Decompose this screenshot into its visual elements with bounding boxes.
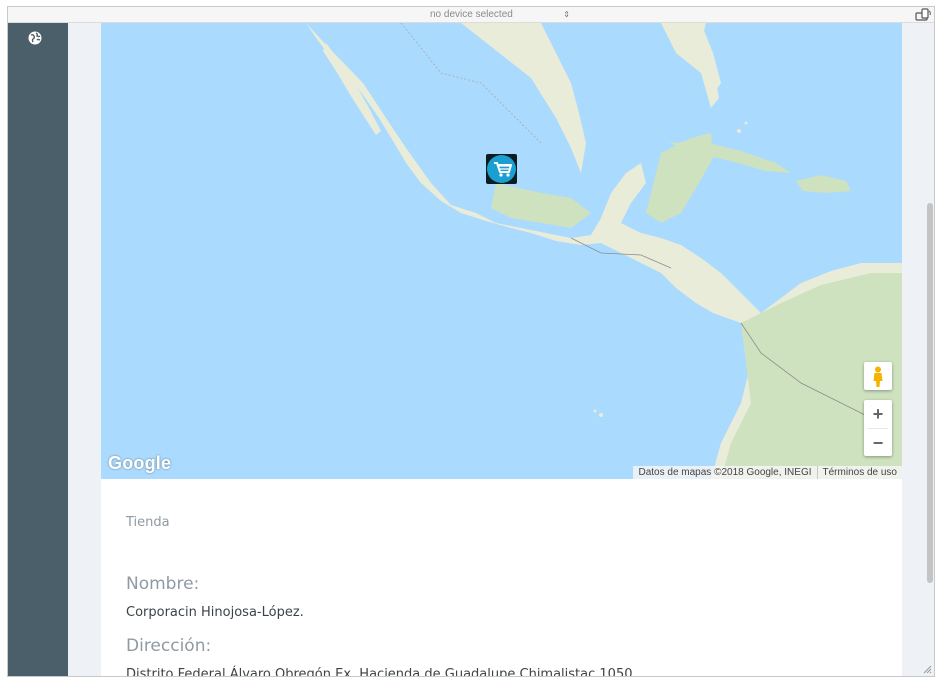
device-toolbar: no device selected ⇕ bbox=[8, 7, 934, 23]
map-attribution-bar: Datos de mapas ©2018 Google, INEGI Térmi… bbox=[633, 466, 902, 479]
name-value: Corporacin Hinojosa-López. bbox=[126, 605, 304, 620]
google-logo: Google bbox=[108, 453, 172, 473]
zoom-out-button[interactable]: − bbox=[864, 429, 892, 457]
device-select-value: no device selected bbox=[430, 9, 513, 20]
sidebar bbox=[8, 23, 68, 676]
address-label: Dirección: bbox=[126, 636, 212, 656]
browser-frame: no device selected ⇕ + − Google Datos de… bbox=[7, 6, 935, 677]
scrollbar-thumb[interactable] bbox=[927, 203, 933, 583]
device-select[interactable]: no device selected ⇕ bbox=[424, 7, 570, 22]
globe-icon[interactable] bbox=[28, 31, 42, 45]
store-detail-panel: + − Google Datos de mapas ©2018 Google, … bbox=[101, 23, 902, 677]
map-attribution: Datos de mapas ©2018 Google, INEGI bbox=[638, 467, 812, 478]
map[interactable]: + − Google Datos de mapas ©2018 Google, … bbox=[101, 23, 902, 479]
map-tiles bbox=[101, 23, 902, 479]
pegman-icon bbox=[873, 366, 883, 387]
zoom-controls: + − bbox=[864, 400, 892, 456]
terms-link[interactable]: Términos de uso bbox=[818, 467, 902, 478]
store-marker[interactable] bbox=[486, 154, 517, 184]
name-label: Nombre: bbox=[126, 574, 200, 594]
resize-grip-icon[interactable] bbox=[922, 664, 932, 674]
store-type: Tienda bbox=[126, 515, 170, 530]
zoom-in-button[interactable]: + bbox=[864, 400, 892, 428]
shopping-cart-icon bbox=[494, 162, 512, 177]
address-value: Distrito Federal Álvaro Obregón Ex. Haci… bbox=[126, 667, 633, 677]
select-arrows-icon: ⇕ bbox=[563, 10, 570, 19]
street-view-pegman-button[interactable] bbox=[864, 362, 892, 390]
rotate-device-icon[interactable] bbox=[914, 8, 932, 22]
